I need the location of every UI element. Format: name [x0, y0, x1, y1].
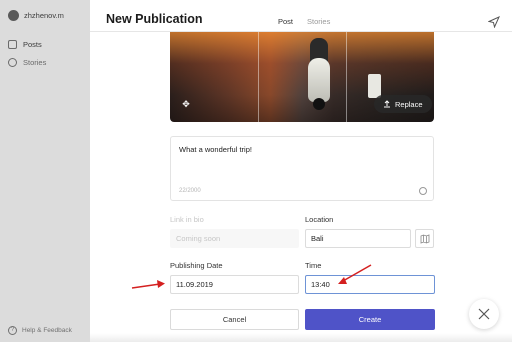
sidebar-item-label: Posts [23, 40, 42, 49]
time-field[interactable]: 13:40 [305, 275, 435, 294]
link-in-bio-label: Link in bio [170, 215, 204, 224]
username: zhzhenov.m [24, 11, 64, 20]
tab-bar: Post Stories [278, 17, 330, 32]
location-field[interactable]: Bali [305, 229, 411, 248]
sidebar-item-posts[interactable]: Posts [8, 40, 42, 49]
help-feedback-link[interactable]: ? Help & Feedback [8, 326, 72, 335]
photo-bin [368, 74, 381, 98]
photo-preview: ✥ Replace [170, 32, 434, 122]
new-publication-modal: New Publication Post Stories ✥ Replace W… [90, 0, 512, 342]
user-profile[interactable]: zhzhenov.m [8, 10, 64, 21]
help-label: Help & Feedback [22, 327, 72, 334]
link-in-bio-field: Coming soon [170, 229, 299, 248]
caption-text: What a wonderful trip! [179, 145, 252, 154]
replace-label: Replace [395, 99, 423, 109]
caption-textarea[interactable]: What a wonderful trip! 22/2000 [170, 136, 434, 201]
map-button[interactable] [415, 229, 434, 248]
time-label: Time [305, 261, 322, 270]
tab-stories[interactable]: Stories [307, 17, 330, 32]
replace-button[interactable]: Replace [374, 95, 432, 113]
map-icon [420, 234, 430, 244]
image-icon [8, 40, 17, 49]
create-button[interactable]: Create [305, 309, 435, 330]
crop-grid-line [346, 32, 347, 122]
caption-counter: 22/2000 [179, 188, 201, 194]
modal-title: New Publication [106, 12, 203, 26]
upload-icon [384, 100, 390, 108]
close-icon [478, 308, 490, 320]
close-button[interactable] [469, 299, 499, 329]
bottom-shade [90, 333, 512, 342]
emoji-icon[interactable] [419, 187, 427, 195]
location-label: Location [305, 215, 334, 224]
photo-wheel [313, 98, 325, 110]
expand-icon[interactable]: ✥ [180, 98, 192, 110]
publishing-date-label: Publishing Date [170, 261, 223, 270]
sidebar-item-stories[interactable]: Stories [8, 58, 46, 67]
question-icon: ? [8, 326, 17, 335]
crop-grid-line [258, 32, 259, 122]
tab-post[interactable]: Post [278, 17, 294, 32]
publishing-date-field[interactable]: 11.09.2019 [170, 275, 299, 294]
send-icon[interactable] [488, 16, 500, 28]
plus-circle-icon [8, 58, 17, 67]
cancel-button[interactable]: Cancel [170, 309, 299, 330]
photo-scooter [308, 58, 330, 102]
sidebar: zhzhenov.m Posts Stories ? Help & Feedba… [0, 0, 90, 342]
sidebar-item-label: Stories [23, 58, 47, 67]
avatar [8, 10, 19, 21]
